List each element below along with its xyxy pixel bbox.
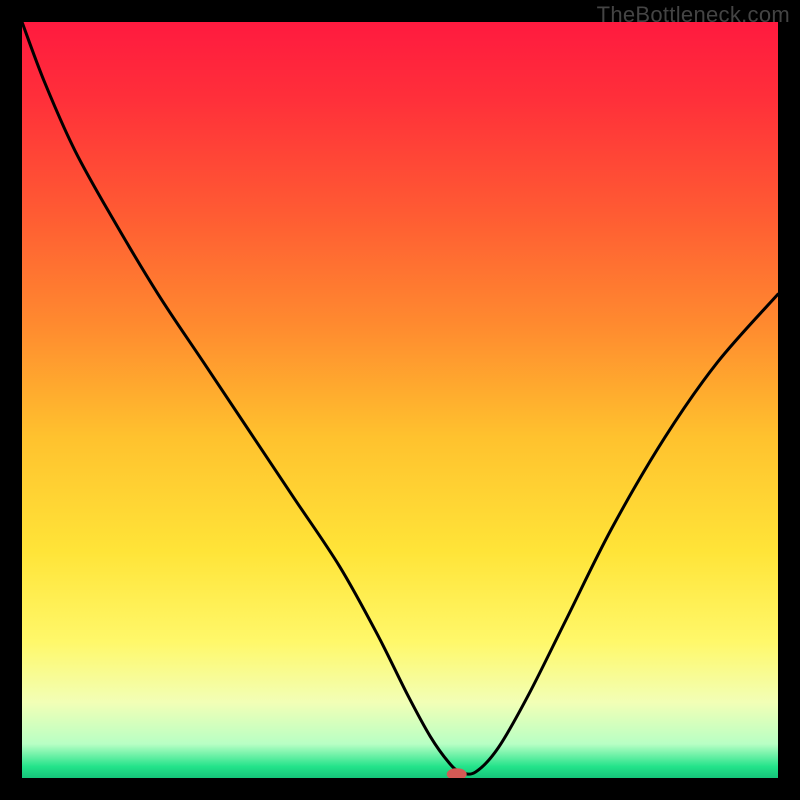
chart-stage: TheBottleneck.com	[0, 0, 800, 800]
gradient-background	[22, 22, 778, 778]
plot-frame	[22, 22, 778, 778]
plot-svg	[22, 22, 778, 778]
